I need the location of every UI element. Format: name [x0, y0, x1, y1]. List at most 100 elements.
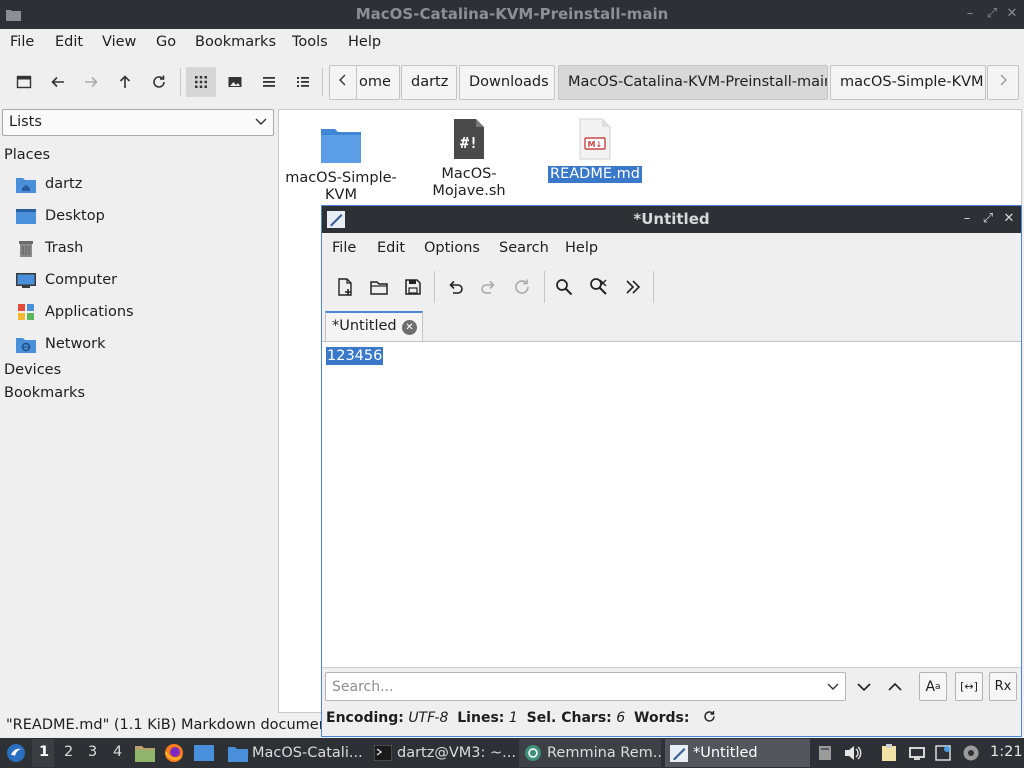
volume-icon[interactable] [844, 744, 862, 762]
workspace-3[interactable]: 3 [88, 744, 97, 760]
side-pane-mode-select[interactable]: Lists [2, 109, 274, 136]
breadcrumb-downloads[interactable]: Downloads [459, 65, 555, 100]
breadcrumb-scroll-left[interactable] [329, 65, 357, 100]
file-name-line: MacOS- [441, 166, 497, 182]
minimize-icon[interactable]: – [962, 6, 978, 22]
menu-help[interactable]: Help [348, 34, 381, 50]
clock[interactable]: 1:21 [990, 744, 1023, 760]
workspace-4[interactable]: 4 [113, 744, 122, 760]
detailed-list-icon[interactable] [288, 67, 318, 97]
task-file-manager[interactable]: MacOS-Catali... [224, 739, 364, 767]
task-label: Remmina Rem... [547, 745, 661, 761]
find-next-icon[interactable] [850, 672, 878, 701]
undo-icon[interactable] [440, 272, 470, 302]
devices-heading[interactable]: Devices [4, 362, 61, 378]
task-label: *Untitled [693, 745, 758, 761]
menu-edit[interactable]: Edit [55, 34, 83, 50]
new-window-icon[interactable] [9, 67, 39, 97]
editor-text-area[interactable]: 123456 [322, 341, 1021, 667]
file-item-macos-simple-kvm[interactable]: macOS-Simple- KVM [281, 118, 401, 204]
forward-arrow-icon[interactable] [76, 67, 106, 97]
replace-icon[interactable] [584, 272, 614, 302]
place-desktop[interactable]: Desktop [16, 205, 105, 227]
notification-icon[interactable] [934, 744, 952, 762]
save-icon[interactable] [398, 272, 428, 302]
chevron-down-icon [255, 118, 267, 125]
task-terminal[interactable]: dartz@VM3: ~... [369, 739, 515, 767]
editor-menu-options[interactable]: Options [424, 240, 480, 256]
chevron-down-icon[interactable] [827, 683, 839, 691]
place-label: Applications [45, 304, 134, 320]
regex-button[interactable]: Rx [989, 672, 1017, 701]
menu-file[interactable]: File [10, 34, 34, 50]
place-dartz[interactable]: dartz [16, 173, 82, 195]
menu-go[interactable]: Go [156, 34, 176, 50]
editor-menu-file[interactable]: File [332, 240, 356, 256]
open-file-icon[interactable] [364, 272, 394, 302]
jump-to-line-icon[interactable] [618, 272, 648, 302]
firefox-icon[interactable] [164, 743, 184, 763]
close-icon[interactable]: ✕ [1004, 6, 1020, 22]
breadcrumb-scroll-right[interactable] [987, 65, 1019, 100]
workspace-2[interactable]: 2 [64, 744, 73, 760]
place-applications[interactable]: Applications [16, 301, 134, 323]
reload-icon[interactable] [507, 272, 537, 302]
file-name-line: macOS-Simple- [285, 170, 397, 186]
network-icon [16, 335, 36, 353]
places-heading[interactable]: Places [4, 147, 50, 163]
tab-untitled[interactable]: *Untitled ✕ [325, 311, 423, 341]
icon-view-icon[interactable] [186, 67, 216, 97]
file-item-readme-md[interactable]: M↓ README.md [535, 114, 655, 183]
editor-status-bar: Encoding: UTF-8 Lines: 1 Sel. Chars: 6 W… [326, 710, 716, 726]
bookmarks-heading[interactable]: Bookmarks [4, 385, 85, 401]
breadcrumb-macos-simple-kvm[interactable]: macOS-Simple-KVM [830, 65, 986, 100]
trash-applet-icon[interactable] [816, 744, 834, 762]
editor-menu-edit[interactable]: Edit [377, 240, 405, 256]
place-label: Network [45, 336, 106, 352]
thumbnail-view-icon[interactable] [220, 67, 250, 97]
breadcrumb-current-folder[interactable]: MacOS-Catalina-KVM-Preinstall-main [558, 65, 828, 100]
menu-view[interactable]: View [102, 34, 136, 50]
start-menu-icon[interactable] [6, 743, 26, 763]
file-manager-launcher-icon[interactable] [135, 743, 155, 763]
breadcrumb-home[interactable]: ome [356, 65, 400, 100]
breadcrumb-dartz[interactable]: dartz [401, 65, 457, 100]
file-manager-titlebar[interactable]: MacOS-Catalina-KVM-Preinstall-main – ⤢ ✕ [0, 0, 1024, 29]
file-item-macos-mojave-sh[interactable]: #! MacOS- Mojave.sh [409, 114, 529, 200]
match-case-button[interactable]: Aa [919, 672, 947, 701]
menu-tools[interactable]: Tools [292, 34, 328, 50]
network-status-icon[interactable] [908, 744, 926, 762]
settings-gear-icon[interactable] [962, 744, 980, 762]
whole-word-label: [↔] [960, 680, 978, 693]
maximize-icon[interactable]: ⤢ [980, 211, 996, 227]
place-label: Trash [45, 240, 84, 256]
up-arrow-icon[interactable] [110, 67, 140, 97]
find-icon[interactable] [549, 272, 579, 302]
refresh-word-count-icon[interactable] [703, 710, 716, 723]
place-network[interactable]: Network [16, 333, 106, 355]
redo-icon[interactable] [474, 272, 504, 302]
new-file-icon[interactable] [330, 272, 360, 302]
task-text-editor[interactable]: *Untitled [665, 739, 810, 767]
editor-menu-search[interactable]: Search [499, 240, 549, 256]
reload-icon[interactable] [144, 67, 174, 97]
place-computer[interactable]: Computer [16, 269, 117, 291]
editor-menu-help[interactable]: Help [565, 240, 598, 256]
clipboard-icon[interactable] [880, 744, 898, 762]
show-desktop-icon[interactable] [193, 743, 215, 763]
menu-bookmarks[interactable]: Bookmarks [195, 34, 276, 50]
whole-word-button[interactable]: [↔] [955, 672, 983, 701]
workspace-1[interactable]: 1 [39, 744, 49, 760]
place-trash[interactable]: Trash [16, 237, 83, 259]
back-arrow-icon[interactable] [43, 67, 73, 97]
compact-view-icon[interactable] [254, 67, 284, 97]
tab-close-icon[interactable]: ✕ [402, 320, 417, 335]
text-editor-window: *Untitled – ⤢ ✕ File Edit Options Search… [321, 205, 1022, 737]
find-previous-icon[interactable] [881, 672, 909, 701]
maximize-icon[interactable]: ⤢ [984, 6, 1000, 22]
search-input[interactable]: Search... [325, 672, 846, 701]
task-remmina[interactable]: Remmina Rem... [519, 739, 661, 767]
minimize-icon[interactable]: – [959, 211, 975, 227]
editor-titlebar[interactable]: *Untitled – ⤢ ✕ [322, 206, 1021, 233]
close-icon[interactable]: ✕ [1001, 211, 1017, 227]
